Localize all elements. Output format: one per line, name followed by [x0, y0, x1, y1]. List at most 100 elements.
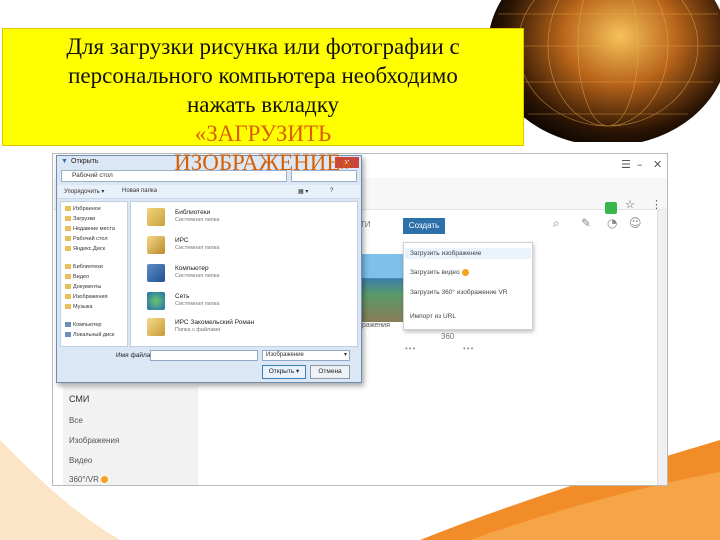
nav-item-computer[interactable]: Компьютер — [65, 322, 101, 328]
avatar-icon[interactable]: ☺ — [629, 216, 642, 230]
search-icon[interactable]: ⌕ — [553, 216, 560, 231]
file-item[interactable]: ИРС Закомельский Роман Папка с файлами — [137, 318, 347, 338]
sidebar: СМИ Все Изображения Видео 360°/VR — [63, 386, 198, 485]
dialog-toolbar: Упорядочить ▾ Новая папка ▦ ▾ ? — [58, 185, 360, 199]
filename-label: Имя файла: — [116, 352, 153, 359]
library-icon — [147, 208, 165, 226]
caption-line: персонального компьютера необходимо — [68, 63, 458, 88]
bell-icon[interactable]: ◔ — [607, 216, 617, 230]
nav-item-label: Недавние места — [73, 226, 115, 232]
nav-item-desktop[interactable]: Рабочий стол — [65, 236, 108, 242]
close-icon[interactable]: ✕ — [653, 158, 662, 171]
more-dots-icon[interactable]: ••• — [405, 344, 416, 353]
filetype-select[interactable]: Изображение ▾ — [262, 350, 350, 361]
more-dots-icon[interactable]: ••• — [463, 344, 474, 353]
file-item[interactable]: Сеть Системная папка — [137, 292, 347, 312]
network-icon — [147, 292, 165, 310]
nav-item-label: Рабочий стол — [73, 236, 108, 242]
help-icon[interactable]: ? — [330, 188, 333, 194]
nav-item-yandex-disk[interactable]: Яндекс.Диск — [65, 246, 105, 252]
cancel-button[interactable]: Отмена — [310, 365, 350, 379]
card-360-label: 360 — [441, 332, 455, 341]
menu-item-upload-360[interactable]: Загрузить 360° изображение VR — [410, 289, 507, 296]
dialog-footer: Имя файла: Изображение ▾ Открыть ▾ Отмена — [58, 349, 360, 383]
dialog-nav-pane: Избранное Загрузки Недавние места Рабочи… — [60, 201, 128, 347]
emoji-icon — [461, 269, 469, 276]
star-icon — [65, 206, 71, 212]
file-name: ИРС — [175, 237, 189, 244]
nav-item-favorites[interactable]: Избранное — [65, 206, 101, 212]
nav-item-label: Компьютер — [73, 322, 102, 328]
view-options-icon[interactable]: ▦ ▾ — [298, 188, 308, 195]
nav-item-downloads[interactable]: Загрузки — [65, 216, 95, 222]
scrollbar[interactable] — [657, 210, 667, 485]
minimize-icon[interactable]: – — [637, 158, 643, 171]
chevron-down-icon: ▾ — [343, 352, 347, 358]
nav-item-label: Библиотеки — [73, 264, 103, 270]
nav-item-video[interactable]: Видео — [65, 274, 89, 280]
nav-item-label: Загрузки — [73, 216, 96, 222]
star-icon[interactable]: ☆ — [625, 198, 635, 211]
file-open-dialog: ▼ Открыть ✕ Рабочий стол Упорядочить ▾ Н… — [56, 155, 362, 383]
menu-item-import-url[interactable]: Импорт из URL — [410, 313, 456, 320]
file-name: Библиотеки — [175, 209, 211, 216]
sidebar-item-smi[interactable]: СМИ — [69, 394, 89, 404]
caption-accent: «ЗАГРУЗИТЬ — [194, 121, 332, 146]
nav-item-documents[interactable]: Документы — [65, 284, 101, 290]
disk-icon — [65, 332, 71, 338]
sidebar-item-images[interactable]: Изображения — [69, 436, 119, 445]
file-type: Системная папка — [175, 273, 220, 279]
computer-icon — [147, 264, 165, 282]
folder-icon — [65, 246, 71, 252]
pen-icon[interactable]: ✎ — [581, 216, 591, 230]
folder-icon — [65, 274, 71, 280]
nav-item-label: Яндекс.Диск — [73, 246, 105, 252]
folder-icon — [65, 284, 71, 290]
nav-item-label: Избранное — [73, 206, 101, 212]
user-folder-icon — [147, 236, 165, 254]
file-type: Системная папка — [175, 217, 220, 223]
file-name: Сеть — [175, 293, 190, 300]
sidebar-item-video[interactable]: Видео — [69, 456, 92, 465]
file-type: Системная папка — [175, 301, 220, 307]
slide: ☰ – ✕ ☆ ⋮ ВОСТИ Создать ⌕ ✎ ◔ ☺ изображе… — [0, 0, 720, 540]
menu-icon[interactable]: ☰ — [621, 158, 631, 171]
open-button-label: Открыть — [268, 368, 295, 375]
nav-item-images[interactable]: Изображения — [65, 294, 108, 300]
nav-item-libraries[interactable]: Библиотеки — [65, 264, 103, 270]
menu-item-label: Загрузить видео — [410, 269, 460, 277]
file-item[interactable]: ИРС Системная папка — [137, 236, 347, 256]
nav-item-label: Документы — [73, 284, 102, 290]
file-name: Компьютер — [175, 265, 209, 272]
nav-item-label: Видео — [73, 274, 90, 280]
instruction-caption: Для загрузки рисунка или фотографии с пе… — [2, 28, 524, 175]
folder-icon — [147, 318, 165, 336]
nav-item-label: Локальный диск — [73, 332, 115, 338]
menu-item-upload-image[interactable]: Загрузить изображение — [405, 248, 531, 259]
nav-item-recent[interactable]: Недавние места — [65, 226, 115, 232]
file-type: Системная папка — [175, 245, 220, 251]
create-button[interactable]: Создать — [403, 218, 445, 234]
caption-text: нажать вкладку — [186, 92, 340, 117]
library-icon — [65, 264, 71, 270]
nav-item-label: Музыка — [73, 304, 93, 310]
new-folder-button[interactable]: Новая папка — [122, 188, 157, 194]
file-type: Папка с файлами — [175, 327, 221, 333]
nav-item-label: Изображения — [73, 294, 108, 300]
file-item[interactable]: Библиотеки Системная папка — [137, 208, 347, 228]
nav-item-music[interactable]: Музыка — [65, 304, 92, 310]
filetype-value: Изображение — [266, 352, 304, 358]
organize-button[interactable]: Упорядочить ▾ — [64, 188, 104, 195]
menu-item-upload-video[interactable]: Загрузить видео — [410, 269, 469, 276]
open-button[interactable]: Открыть ▾ — [262, 365, 306, 379]
file-item[interactable]: Компьютер Системная папка — [137, 264, 347, 284]
folder-icon — [65, 236, 71, 242]
nav-item-local-disk[interactable]: Локальный диск — [65, 332, 114, 338]
create-dropdown-menu: Загрузить изображение Загрузить видео За… — [403, 242, 533, 330]
dialog-file-list: Библиотеки Системная папка ИРС Системная… — [130, 201, 358, 347]
sidebar-item-all[interactable]: Все — [69, 416, 83, 425]
emoji-icon — [100, 476, 108, 484]
sidebar-item-360[interactable]: 360°/VR — [69, 475, 108, 484]
filename-input[interactable] — [150, 350, 258, 361]
caption-line: Для загрузки рисунка или фотографии с — [66, 34, 460, 59]
